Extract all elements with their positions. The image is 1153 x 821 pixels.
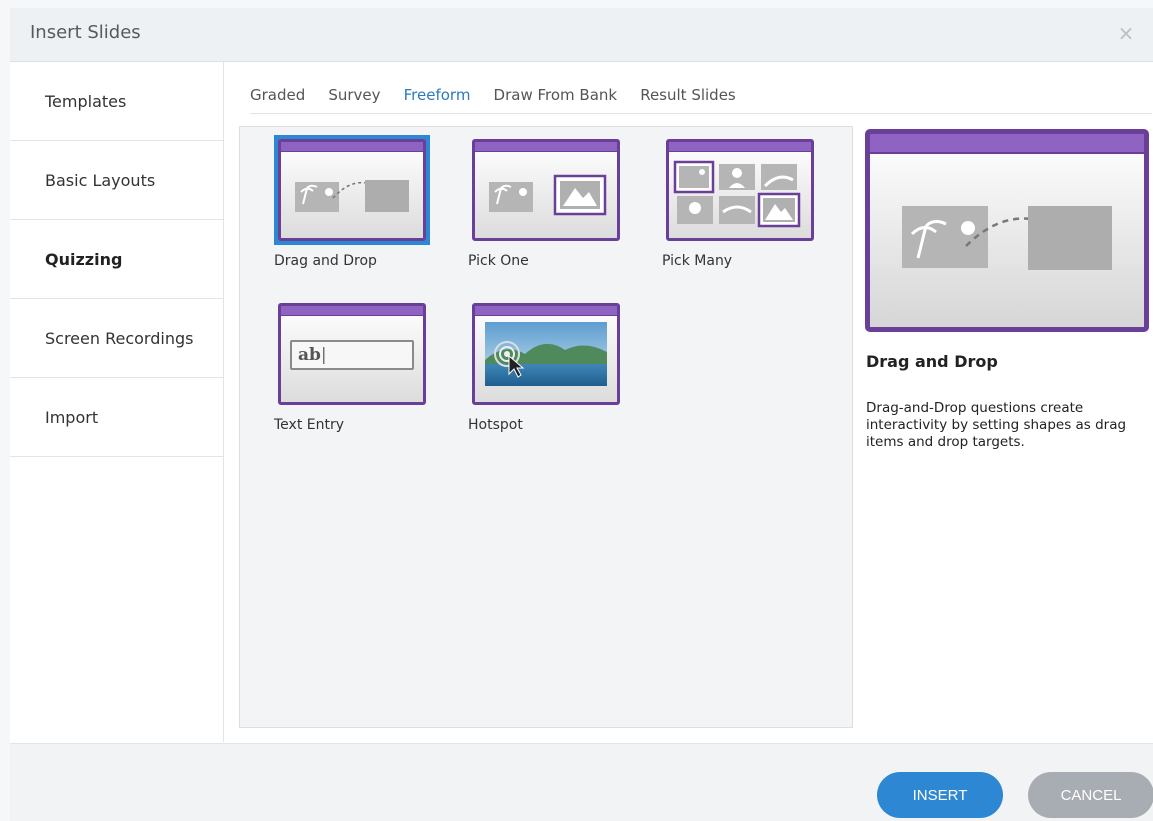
thumbnail-title-bar — [281, 306, 423, 316]
thumbnail-title-bar — [669, 142, 811, 152]
card-label: Hotspot — [468, 417, 523, 433]
pick-one-icon — [472, 139, 620, 241]
sidebar-item-label: Import — [45, 407, 99, 427]
preview-drag-and-drop-icon — [902, 206, 1112, 270]
sidebar-item-basic-layouts[interactable]: Basic Layouts — [10, 141, 223, 220]
sidebar-item-label: Quizzing — [45, 249, 123, 269]
card-text-entry[interactable]: ab| Text Entry — [274, 299, 434, 439]
sidebar-item-templates[interactable]: Templates — [10, 62, 223, 141]
card-drag-and-drop[interactable]: Drag and Drop — [274, 135, 434, 275]
card-thumbnail-frame — [468, 299, 624, 409]
sidebar-item-label: Basic Layouts — [45, 170, 156, 190]
card-thumbnail-frame: ab| — [274, 299, 430, 409]
card-thumbnail-frame — [468, 135, 624, 245]
text-entry-icon: ab| — [278, 303, 426, 405]
card-label: Drag and Drop — [274, 253, 377, 269]
preview-title-bar — [870, 134, 1144, 154]
pick-many-illustration — [673, 160, 801, 228]
insert-slides-dialog: Insert Slides × Templates Basic Layouts … — [10, 8, 1153, 821]
cancel-button[interactable]: CANCEL — [1028, 772, 1153, 818]
thumbnail-title-bar — [281, 142, 423, 152]
thumbnail-title-bar — [475, 142, 617, 152]
close-icon[interactable]: × — [1115, 22, 1137, 44]
tab-result-slides[interactable]: Result Slides — [640, 82, 736, 108]
drag-and-drop-icon — [278, 139, 426, 241]
tab-graded[interactable]: Graded — [250, 82, 305, 108]
dialog-titlebar: Insert Slides × — [10, 8, 1153, 62]
card-thumbnail-frame — [662, 135, 818, 245]
category-tabs: Graded Survey Freeform Draw From Bank Re… — [250, 82, 1152, 114]
card-label: Pick Many — [662, 253, 733, 269]
hotspot-illustration — [485, 322, 607, 386]
preview-title: Drag and Drop — [866, 352, 998, 371]
sidebar-item-label: Templates — [45, 91, 127, 111]
thumbnail-title-bar — [475, 306, 617, 316]
preview-description: Drag-and-Drop questions create interacti… — [866, 400, 1127, 450]
drag-and-drop-illustration — [295, 180, 409, 212]
card-label: Pick One — [468, 253, 529, 269]
text-cursor-icon: | — [320, 345, 327, 365]
tab-freeform[interactable]: Freeform — [404, 82, 471, 108]
pick-one-illustration — [489, 174, 607, 216]
sidebar-item-quizzing[interactable]: Quizzing — [10, 220, 223, 299]
sidebar: Templates Basic Layouts Quizzing Screen … — [10, 62, 224, 742]
card-thumbnail-frame — [274, 135, 430, 245]
card-label: Text Entry — [274, 417, 345, 433]
dialog-footer: INSERT CANCEL — [10, 743, 1153, 821]
sidebar-item-screen-recordings[interactable]: Screen Recordings — [10, 299, 223, 378]
preview-thumbnail — [865, 129, 1149, 332]
text-entry-sample-field: ab| — [290, 340, 414, 370]
sidebar-item-label: Screen Recordings — [45, 328, 194, 348]
text-entry-sample-text: ab — [298, 345, 321, 365]
tab-draw-from-bank[interactable]: Draw From Bank — [494, 82, 618, 108]
card-hotspot[interactable]: Hotspot — [468, 299, 628, 439]
card-pick-many[interactable]: Pick Many — [662, 135, 822, 275]
slide-type-grid: Drag and Drop Pick One Pick Many ab| Tex… — [239, 126, 853, 728]
sidebar-item-import[interactable]: Import — [10, 378, 223, 457]
tab-survey[interactable]: Survey — [328, 82, 380, 108]
pick-many-icon — [666, 139, 814, 241]
insert-button[interactable]: INSERT — [877, 772, 1003, 818]
hotspot-icon — [472, 303, 620, 405]
card-pick-one[interactable]: Pick One — [468, 135, 628, 275]
dialog-title: Insert Slides — [30, 22, 141, 43]
